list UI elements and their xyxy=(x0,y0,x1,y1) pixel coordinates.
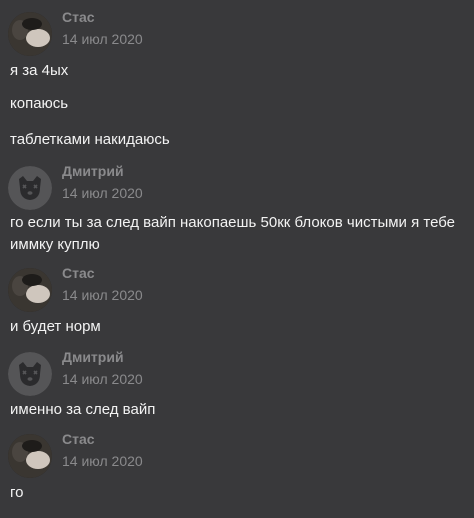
author-name[interactable]: Дмитрий xyxy=(62,163,124,179)
message-date: 14 июл 2020 xyxy=(62,185,143,201)
user-avatar[interactable] xyxy=(8,268,52,312)
deactivated-dog-icon[interactable] xyxy=(8,166,52,210)
message-text: именно за след вайп xyxy=(10,401,156,418)
user-avatar[interactable] xyxy=(8,434,52,478)
author-name[interactable]: Стас xyxy=(62,9,95,25)
message-date: 14 июл 2020 xyxy=(62,287,143,303)
deactivated-dog-icon[interactable] xyxy=(8,352,52,396)
message-text: таблетками накидаюсь xyxy=(10,131,170,148)
message-text: и будет норм xyxy=(10,318,101,335)
message-text: я за 4ых xyxy=(10,62,69,79)
author-name[interactable]: Стас xyxy=(62,431,95,447)
author-name[interactable]: Дмитрий xyxy=(62,349,124,365)
message-date: 14 июл 2020 xyxy=(62,31,143,47)
message-date: 14 июл 2020 xyxy=(62,371,143,387)
message-text: го если ты за след вайп накопаешь 50кк б… xyxy=(10,214,456,253)
message-date: 14 июл 2020 xyxy=(62,453,143,469)
message-text: копаюсь xyxy=(10,95,69,112)
author-name[interactable]: Стас xyxy=(62,265,95,281)
message-text: го xyxy=(10,484,24,501)
user-avatar[interactable] xyxy=(8,12,52,56)
